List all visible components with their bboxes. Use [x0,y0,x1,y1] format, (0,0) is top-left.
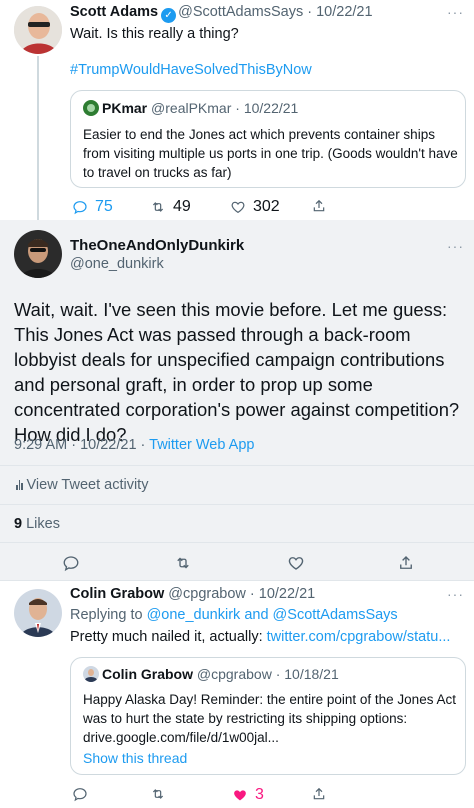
reply-button[interactable] [72,786,88,802]
retweet-count: 49 [173,198,191,215]
more-options-icon[interactable]: ··· [447,238,464,254]
quote-author-handle: @cpgrabow [196,666,272,682]
tweet-date[interactable]: · 10/22/21 [307,4,372,20]
author-row: Colin Grabow @cpgrabow · 10/22/21 [70,586,315,602]
quote-author-row: PKmar @realPKmar · 10/22/21 [83,100,298,116]
heart-filled-icon [234,790,246,801]
quote-date: · 10/22/21 [235,100,299,116]
tweet-activity-label: View Tweet activity [26,477,149,493]
likes-label: Likes [22,516,60,532]
divider [0,542,474,543]
quoted-tweet[interactable]: PKmar @realPKmar · 10/22/21 Easier to en… [70,90,466,188]
like-button[interactable]: 3 [232,786,264,804]
tweet-time[interactable]: 9:29 AM · 10/22/21 · [14,437,149,453]
thread-line [37,56,39,228]
tweet-scott-adams[interactable]: Scott Adams ✓ @ScottAdamsSays · 10/22/21 ·… [0,0,474,228]
share-icon [313,199,325,212]
author-name[interactable]: TheOneAndOnlyDunkirk [70,237,244,254]
more-options-icon[interactable]: ··· [447,4,464,20]
reply-count: 75 [95,198,113,215]
tweet-dunkirk: TheOneAndOnlyDunkirk @one_dunkirk ··· Wa… [0,220,474,580]
retweet-icon [152,789,164,799]
quote-author-row: Colin Grabow @cpgrabow · 10/18/21 [83,666,339,682]
quote-author-handle: @realPKmar [151,100,232,116]
tweet-timestamp-row: 9:29 AM · 10/22/21 · Twitter Web App [14,437,254,453]
reply-button[interactable]: 75 [72,198,113,216]
tweet-text: Wait, wait. I've seen this movie before.… [14,299,460,445]
tweet-colin-grabow[interactable]: Colin Grabow @cpgrabow · 10/22/21 ··· Re… [0,580,474,808]
tweet-activity-link[interactable]: View Tweet activity [16,477,148,493]
avatar[interactable] [14,6,62,54]
heart-icon [231,201,245,214]
replying-to: Replying to @one_dunkirk and @ScottAdams… [70,605,398,625]
reply-button[interactable] [62,554,80,572]
retweet-icon [177,557,189,569]
replying-to-handles[interactable]: @one_dunkirk and @ScottAdamsSays [147,607,398,623]
likes-summary[interactable]: 9 Likes [14,516,60,532]
like-count: 3 [255,786,264,803]
author-name[interactable]: Colin Grabow [70,586,164,602]
divider [0,465,474,466]
likes-count: 9 [14,516,23,532]
retweet-icon [152,202,164,212]
retweet-button[interactable]: 49 [150,198,191,216]
avatar[interactable] [14,589,62,637]
quote-date: · 10/18/21 [275,666,339,682]
share-icon [313,787,325,800]
retweet-button[interactable] [174,554,192,572]
verified-badge-icon: ✓ [161,8,177,23]
tweet-date[interactable]: · 10/22/21 [250,586,315,602]
retweet-button[interactable] [150,786,166,802]
quote-text: Easier to end the Jones act which preven… [83,127,458,180]
avatar[interactable] [14,230,62,278]
replying-to-prefix: Replying to [70,607,147,623]
avatar-image [14,230,62,278]
quote-avatar-icon [83,100,99,116]
author-handle[interactable]: @one_dunkirk [70,256,164,272]
source-app-link[interactable]: Twitter Web App [149,437,254,453]
share-button[interactable] [311,198,327,214]
author-handle[interactable]: @ScottAdamsSays [178,4,303,20]
share-button[interactable] [397,554,415,572]
more-options-icon[interactable]: ··· [447,586,464,602]
avatar-image [14,6,62,54]
reply-icon [73,201,87,215]
divider [0,504,474,505]
quote-author-name: PKmar [102,100,148,116]
quote-text: Happy Alaska Day! Reminder: the entire p… [83,692,456,745]
share-button[interactable] [311,786,327,802]
avatar-image [14,589,62,637]
heart-icon [288,557,304,570]
quoted-tweet[interactable]: Colin Grabow @cpgrabow · 10/18/21 Happy … [70,657,466,775]
quote-author-name: Colin Grabow [102,666,193,682]
author-handle[interactable]: @cpgrabow [168,586,246,602]
like-button[interactable] [287,554,305,572]
tweet-text: Wait. Is this really a thing? [70,26,239,42]
share-icon [400,556,412,569]
reply-icon [63,556,79,572]
tweet-text: Pretty much nailed it, actually: twitter… [70,627,450,647]
hashtag-link[interactable]: #TrumpWouldHaveSolvedThisByNow [70,60,312,80]
tweet-text-body: Pretty much nailed it, actually: [70,629,267,645]
tweet-link[interactable]: twitter.com/cpgrabow/statu... [267,629,451,645]
quote-avatar-icon [83,666,99,682]
like-count: 302 [253,198,280,215]
author-row: Scott Adams ✓ @ScottAdamsSays · 10/22/21 [70,4,373,23]
bar-chart-icon [16,480,23,490]
like-button[interactable]: 302 [230,198,280,216]
show-thread-link[interactable]: Show this thread [83,750,187,766]
author-name[interactable]: Scott Adams [70,4,158,20]
reply-icon [73,788,87,802]
